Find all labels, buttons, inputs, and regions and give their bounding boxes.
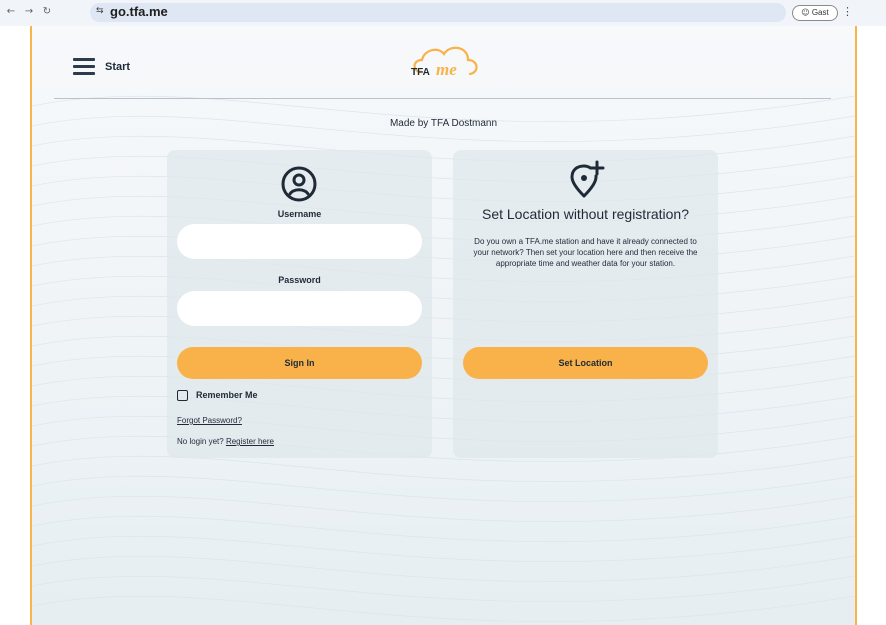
username-input[interactable] <box>177 224 422 259</box>
set-location-card: Set Location without registration? Do yo… <box>453 150 718 458</box>
address-bar[interactable]: ⇆ go.tfa.me <box>90 3 786 22</box>
forward-icon[interactable]: → <box>22 5 36 19</box>
remember-me-checkbox[interactable] <box>177 390 188 401</box>
header-divider <box>54 98 831 99</box>
add-location-icon <box>570 160 605 198</box>
password-label: Password <box>278 275 321 285</box>
logo-tfa-text: TFA <box>411 67 430 78</box>
no-login-text: No login yet? <box>177 437 224 446</box>
guest-label: Gast <box>811 8 829 17</box>
browser-menu-icon[interactable]: ⋮ <box>842 5 853 18</box>
remember-me-label[interactable]: Remember Me <box>196 390 258 400</box>
set-location-title: Set Location without registration? <box>481 206 689 222</box>
logo-me-text: me <box>436 60 457 79</box>
back-icon[interactable]: ← <box>4 5 18 19</box>
set-location-description: Do you own a TFA.me station and have it … <box>473 237 698 268</box>
page-content: Start TFA me Made by TFA Dostmann Userna… <box>32 26 855 625</box>
login-card: Username Password Sign In Remember Me Fo… <box>167 150 432 458</box>
site-settings-icon[interactable]: ⇆ <box>96 6 104 16</box>
sign-in-button[interactable]: Sign In <box>177 347 422 379</box>
password-input[interactable] <box>177 291 422 326</box>
set-location-button[interactable]: Set Location <box>463 347 708 379</box>
tfa-me-logo[interactable]: TFA me <box>404 42 484 82</box>
browser-toolbar: ← → ↻ ⇆ go.tfa.me ☺ Gast ⋮ <box>0 0 886 26</box>
reload-icon[interactable]: ↻ <box>40 5 54 19</box>
register-prompt: No login yet? Register here <box>177 437 274 446</box>
register-link[interactable]: Register here <box>226 437 274 446</box>
forgot-password-link[interactable]: Forgot Password? <box>177 416 242 425</box>
hamburger-menu-icon[interactable] <box>73 58 95 75</box>
username-label: Username <box>277 209 322 219</box>
address-url[interactable]: go.tfa.me <box>110 4 168 19</box>
guest-profile-button[interactable]: ☺ Gast <box>792 5 838 21</box>
start-menu-label[interactable]: Start <box>105 61 130 73</box>
wave-background <box>32 95 855 622</box>
profile-icon: ☺ <box>801 8 810 17</box>
user-icon <box>281 166 317 202</box>
tagline: Made by TFA Dostmann <box>389 118 498 129</box>
